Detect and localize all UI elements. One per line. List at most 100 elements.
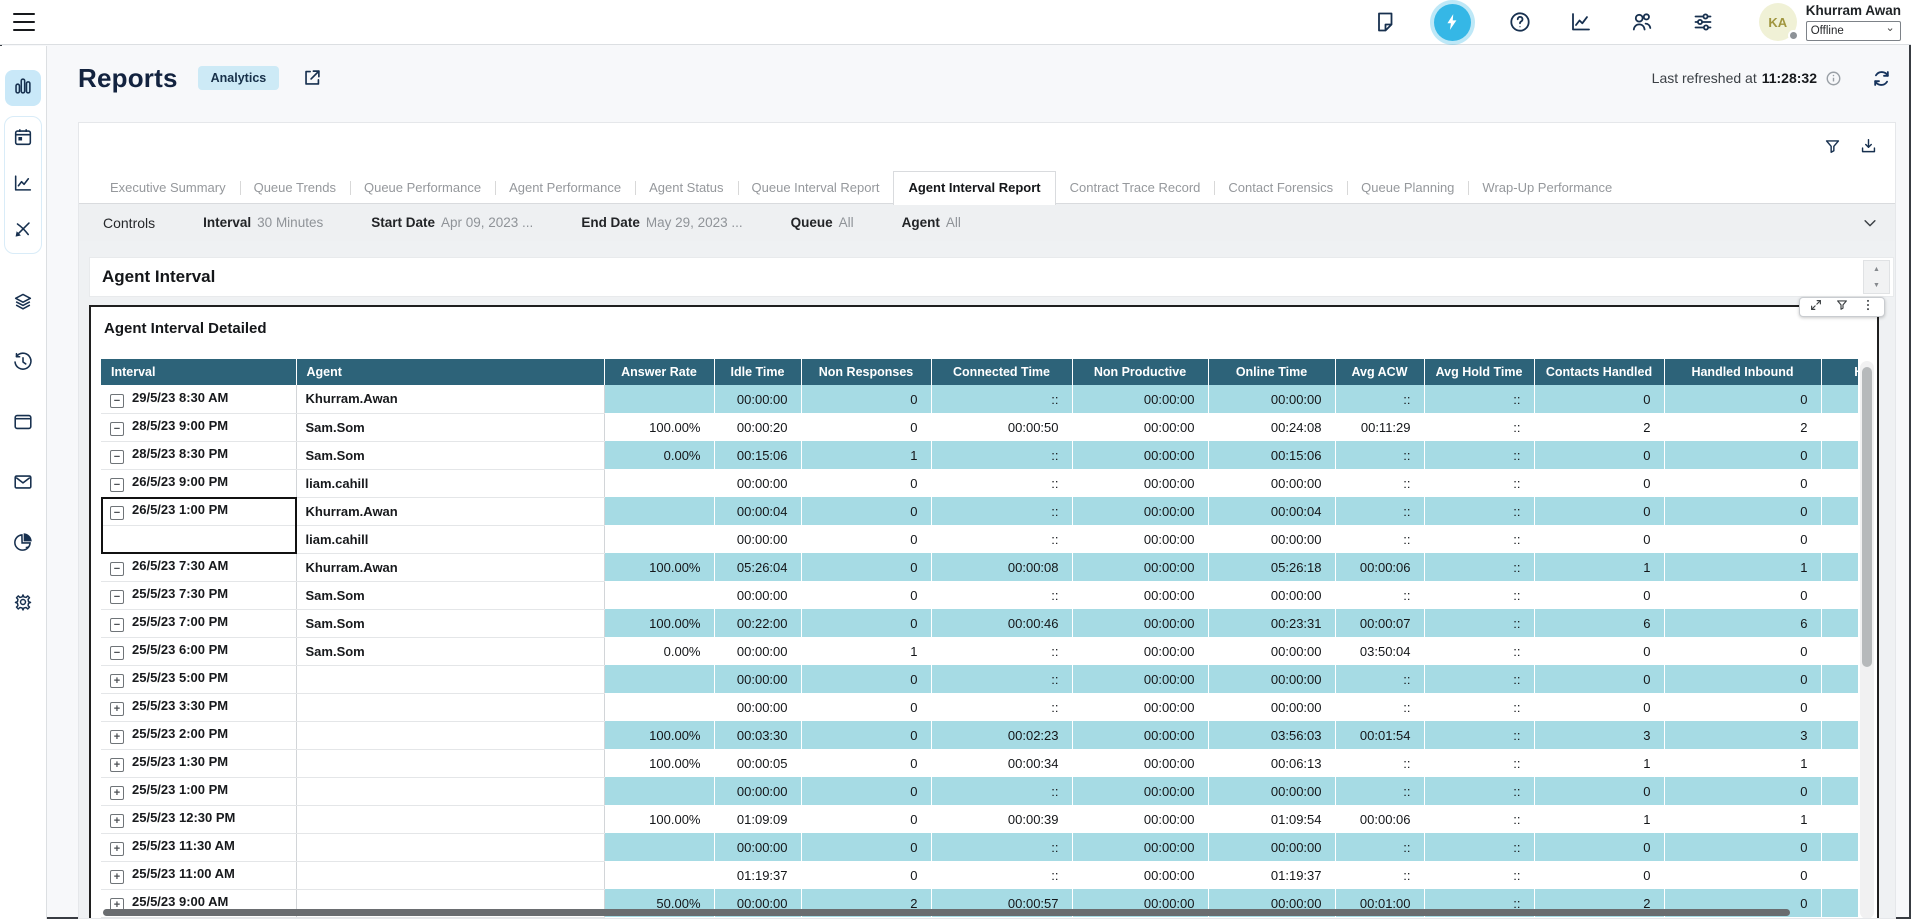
download-icon[interactable] [1859, 137, 1878, 161]
note-icon[interactable] [1373, 10, 1397, 34]
cell-value: 1 [1534, 805, 1664, 833]
help-icon[interactable] [1508, 10, 1532, 34]
expand-row-icon[interactable]: + [110, 702, 124, 716]
expand-row-icon[interactable]: + [110, 674, 124, 688]
sidebar-item-trends[interactable] [5, 167, 41, 203]
expand-row-icon[interactable]: + [110, 842, 124, 856]
column-header-non-productive[interactable]: Non Productive [1072, 359, 1208, 385]
sidebar-item-history[interactable] [5, 346, 41, 382]
history-icon [12, 351, 34, 378]
tab-contract-trace-record[interactable]: Contract Trace Record [1056, 172, 1215, 204]
column-header-handled-inbound[interactable]: Handled Inbound [1664, 359, 1821, 385]
sidebar-item-designer[interactable] [5, 213, 41, 249]
column-header-avg-hold-time[interactable]: Avg Hold Time [1424, 359, 1534, 385]
table-vertical-scrollbar[interactable] [1860, 361, 1874, 919]
table-horizontal-scrollbar[interactable] [103, 909, 1790, 916]
collapse-row-icon[interactable]: − [110, 618, 124, 632]
tab-agent-performance[interactable]: Agent Performance [495, 172, 635, 204]
cell-value: 2 [1534, 413, 1664, 441]
info-icon[interactable] [1825, 70, 1842, 87]
cell-value: :: [931, 441, 1072, 469]
scroll-up-icon[interactable]: ▲ [1864, 261, 1889, 277]
column-header-online-time[interactable]: Online Time [1208, 359, 1335, 385]
cell-value: 03:50:04 [1335, 637, 1424, 665]
control-queue[interactable]: QueueAll [791, 215, 854, 230]
report-body: Agent Interval ▲ ▼ Agent Interval Detail… [79, 241, 1895, 918]
collapse-row-icon[interactable]: − [110, 422, 124, 436]
column-header-connected-time[interactable]: Connected Time [931, 359, 1072, 385]
column-header-agent[interactable]: Agent [296, 359, 604, 385]
collapse-row-icon[interactable]: − [110, 590, 124, 604]
menu-icon[interactable] [13, 13, 35, 31]
scroll-down-icon[interactable]: ▼ [1864, 277, 1889, 293]
external-link-icon[interactable] [301, 67, 323, 89]
table-row: +25/5/23 2:00 PM100.00%00:03:30000:02:23… [101, 721, 1858, 749]
line-chart-icon [12, 172, 34, 199]
cell-value: 00:00:00 [1208, 525, 1335, 553]
tab-queue-performance[interactable]: Queue Performance [350, 172, 495, 204]
tab-executive-summary[interactable]: Executive Summary [96, 172, 240, 204]
collapse-row-icon[interactable]: − [110, 562, 124, 576]
control-agent[interactable]: AgentAll [902, 215, 961, 230]
expand-icon[interactable] [1809, 298, 1823, 317]
cell-value [1821, 805, 1858, 833]
refresh-zone: Last refreshed at 11:28:32 [1652, 67, 1893, 90]
column-header-interval[interactable]: Interval [101, 359, 296, 385]
expand-row-icon[interactable]: + [110, 758, 124, 772]
tab-agent-status[interactable]: Agent Status [635, 172, 737, 204]
cell-value: :: [931, 693, 1072, 721]
control-end-date[interactable]: End DateMay 29, 2023 ... [581, 215, 742, 230]
analytics-icon[interactable] [1569, 10, 1593, 34]
tab-wrap-up-performance[interactable]: Wrap-Up Performance [1468, 172, 1626, 204]
sidebar-item-dashboard[interactable] [5, 70, 41, 106]
column-header-answer-rate[interactable]: Answer Rate [604, 359, 714, 385]
sidebar-item-pie[interactable] [5, 526, 41, 562]
tab-agent-interval-report[interactable]: Agent Interval Report [893, 171, 1055, 205]
sidebar-item-settings[interactable] [5, 586, 41, 622]
column-header-han[interactable]: Han [1821, 359, 1858, 385]
cell-value: 1 [1534, 749, 1664, 777]
filter-icon[interactable] [1823, 137, 1842, 161]
funnel-icon[interactable] [1835, 298, 1849, 317]
control-interval[interactable]: Interval30 Minutes [203, 215, 323, 230]
sidebar-item-layers[interactable] [5, 286, 41, 322]
cell-value: 0 [801, 497, 931, 525]
kebab-menu-icon[interactable] [1861, 298, 1875, 317]
controls-label[interactable]: Controls [103, 215, 155, 231]
sidebar-item-mail[interactable] [5, 466, 41, 502]
cell-value: 3 [1664, 721, 1821, 749]
expand-row-icon[interactable]: + [110, 814, 124, 828]
expand-row-icon[interactable]: + [110, 870, 124, 884]
collapse-row-icon[interactable]: − [110, 646, 124, 660]
column-header-non-responses[interactable]: Non Responses [801, 359, 931, 385]
chevron-down-icon[interactable] [1861, 214, 1879, 232]
expand-row-icon[interactable]: + [110, 786, 124, 800]
avatar[interactable]: KA [1759, 3, 1797, 41]
cell-value: 0 [801, 749, 931, 777]
tab-queue-interval-report[interactable]: Queue Interval Report [738, 172, 894, 204]
control-start-date[interactable]: Start DateApr 09, 2023 ... [371, 215, 533, 230]
cell-value: 00:00:00 [1208, 833, 1335, 861]
sidebar-item-schedule[interactable] [5, 121, 41, 157]
sidebar-item-window[interactable] [5, 406, 41, 442]
refresh-icon[interactable] [1870, 67, 1893, 90]
scrollbar-thumb[interactable] [1862, 367, 1872, 667]
tab-queue-trends[interactable]: Queue Trends [240, 172, 350, 204]
column-header-contacts-handled[interactable]: Contacts Handled [1534, 359, 1664, 385]
column-header-avg-acw[interactable]: Avg ACW [1335, 359, 1424, 385]
collapse-row-icon[interactable]: − [110, 506, 124, 520]
contacts-icon[interactable] [1630, 10, 1654, 34]
collapse-row-icon[interactable]: − [110, 394, 124, 408]
column-header-idle-time[interactable]: Idle Time [714, 359, 801, 385]
cell-interval: +25/5/23 3:30 PM [101, 693, 296, 721]
cell-interval: −28/5/23 9:00 PM [101, 413, 296, 441]
flash-icon[interactable] [1434, 4, 1471, 41]
expand-row-icon[interactable]: + [110, 730, 124, 744]
collapse-row-icon[interactable]: − [110, 450, 124, 464]
tab-contact-forensics[interactable]: Contact Forensics [1214, 172, 1347, 204]
preferences-icon[interactable] [1691, 10, 1715, 34]
status-select[interactable]: Offline [1806, 21, 1901, 41]
tab-queue-planning[interactable]: Queue Planning [1347, 172, 1468, 204]
collapse-row-icon[interactable]: − [110, 478, 124, 492]
cell-value: 00:00:00 [1072, 413, 1208, 441]
